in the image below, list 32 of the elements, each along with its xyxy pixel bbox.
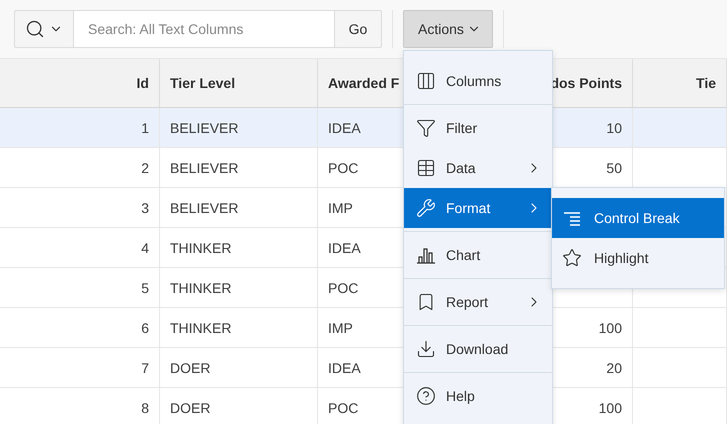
- table-cell: 4: [0, 228, 160, 268]
- search-menu-button[interactable]: [14, 10, 74, 48]
- menu-item[interactable]: Format: [404, 188, 552, 228]
- table-cell: BELIEVER: [160, 188, 318, 228]
- star-icon: [562, 248, 582, 268]
- column-header[interactable]: Tier Level: [160, 59, 318, 108]
- go-button[interactable]: Go: [334, 10, 382, 48]
- search-field[interactable]: Search: All Text Columns: [74, 10, 334, 48]
- table-cell: 7: [0, 348, 160, 388]
- table-cell: 5: [0, 268, 160, 308]
- table-cell: 1: [0, 108, 160, 148]
- help-icon: [416, 386, 436, 406]
- menu-item[interactable]: Highlight: [552, 238, 724, 278]
- table-cell: THINKER: [160, 308, 318, 348]
- table-cell: THINKER: [160, 268, 318, 308]
- wrench-icon: [416, 198, 436, 218]
- table-cell: BELIEVER: [160, 148, 318, 188]
- search-icon: [25, 19, 45, 39]
- column-header[interactable]: Tie: [633, 59, 727, 108]
- filter-icon: [416, 118, 436, 138]
- table-icon: [416, 158, 436, 178]
- table-cell: BELIEVER: [160, 108, 318, 148]
- menu-item[interactable]: Control Break: [552, 198, 724, 238]
- table-cell: 2: [0, 148, 160, 188]
- column-header[interactable]: Id: [0, 59, 160, 108]
- table-cell: 6: [0, 308, 160, 348]
- download-icon: [416, 339, 436, 359]
- table-cell: 3: [0, 188, 160, 228]
- table-cell: THINKER: [160, 228, 318, 268]
- actions-button[interactable]: Actions: [403, 10, 493, 48]
- table-cell: DOER: [160, 348, 318, 388]
- columns-icon: [416, 71, 436, 91]
